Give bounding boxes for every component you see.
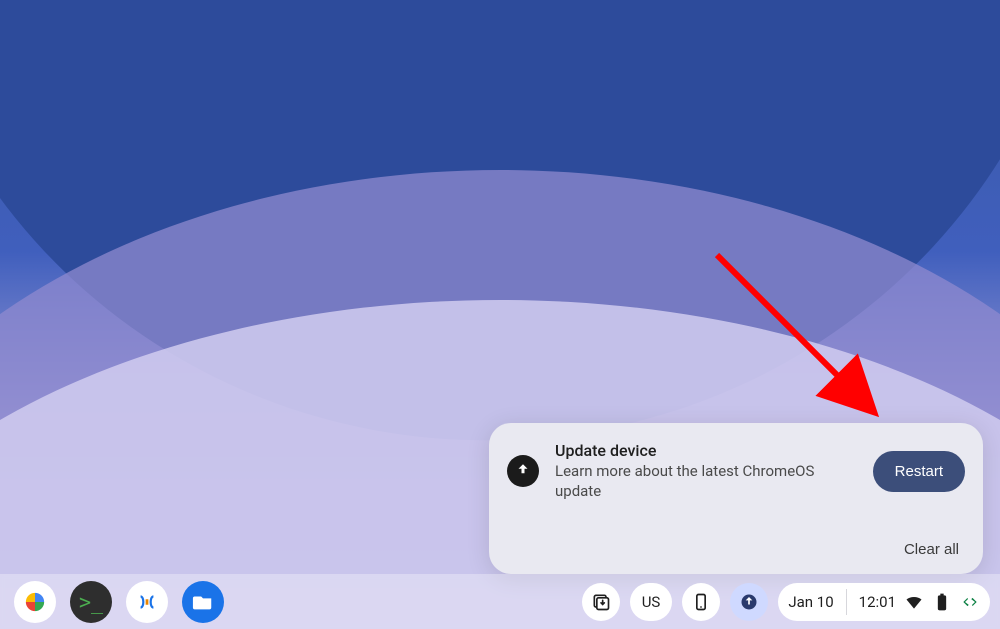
input-method-indicator[interactable]: US	[630, 583, 673, 621]
shelf-pinned-apps: >_	[8, 581, 224, 623]
pwa-app-icon[interactable]	[126, 581, 168, 623]
notification-text: Update device Learn more about the lates…	[555, 441, 857, 501]
time-label: 12:01	[859, 593, 896, 611]
dev-mode-icon	[960, 592, 980, 612]
restart-button[interactable]: Restart	[873, 451, 965, 492]
status-tray[interactable]: Jan 10 12:01	[778, 583, 990, 621]
date-label: Jan 10	[788, 593, 833, 611]
terminal-app-icon[interactable]: >_	[70, 581, 112, 623]
battery-icon	[932, 592, 952, 612]
notification-body: Learn more about the latest ChromeOS upd…	[555, 462, 857, 501]
notification-title: Update device	[555, 441, 857, 460]
phone-hub-icon[interactable]	[682, 583, 720, 621]
shelf: >_ US Jan 10 12:01	[0, 574, 1000, 629]
notification-panel: Update device Learn more about the lates…	[489, 423, 983, 574]
tote-tray-icon[interactable]	[582, 583, 620, 621]
photos-app-icon[interactable]	[14, 581, 56, 623]
update-icon	[507, 455, 539, 487]
clear-all-button[interactable]: Clear all	[904, 541, 959, 558]
shelf-status-area: US Jan 10 12:01	[582, 583, 992, 621]
notification-item[interactable]: Update device Learn more about the lates…	[507, 441, 965, 501]
update-available-icon[interactable]	[730, 583, 768, 621]
files-app-icon[interactable]	[182, 581, 224, 623]
wifi-icon	[904, 592, 924, 612]
divider	[846, 589, 847, 615]
